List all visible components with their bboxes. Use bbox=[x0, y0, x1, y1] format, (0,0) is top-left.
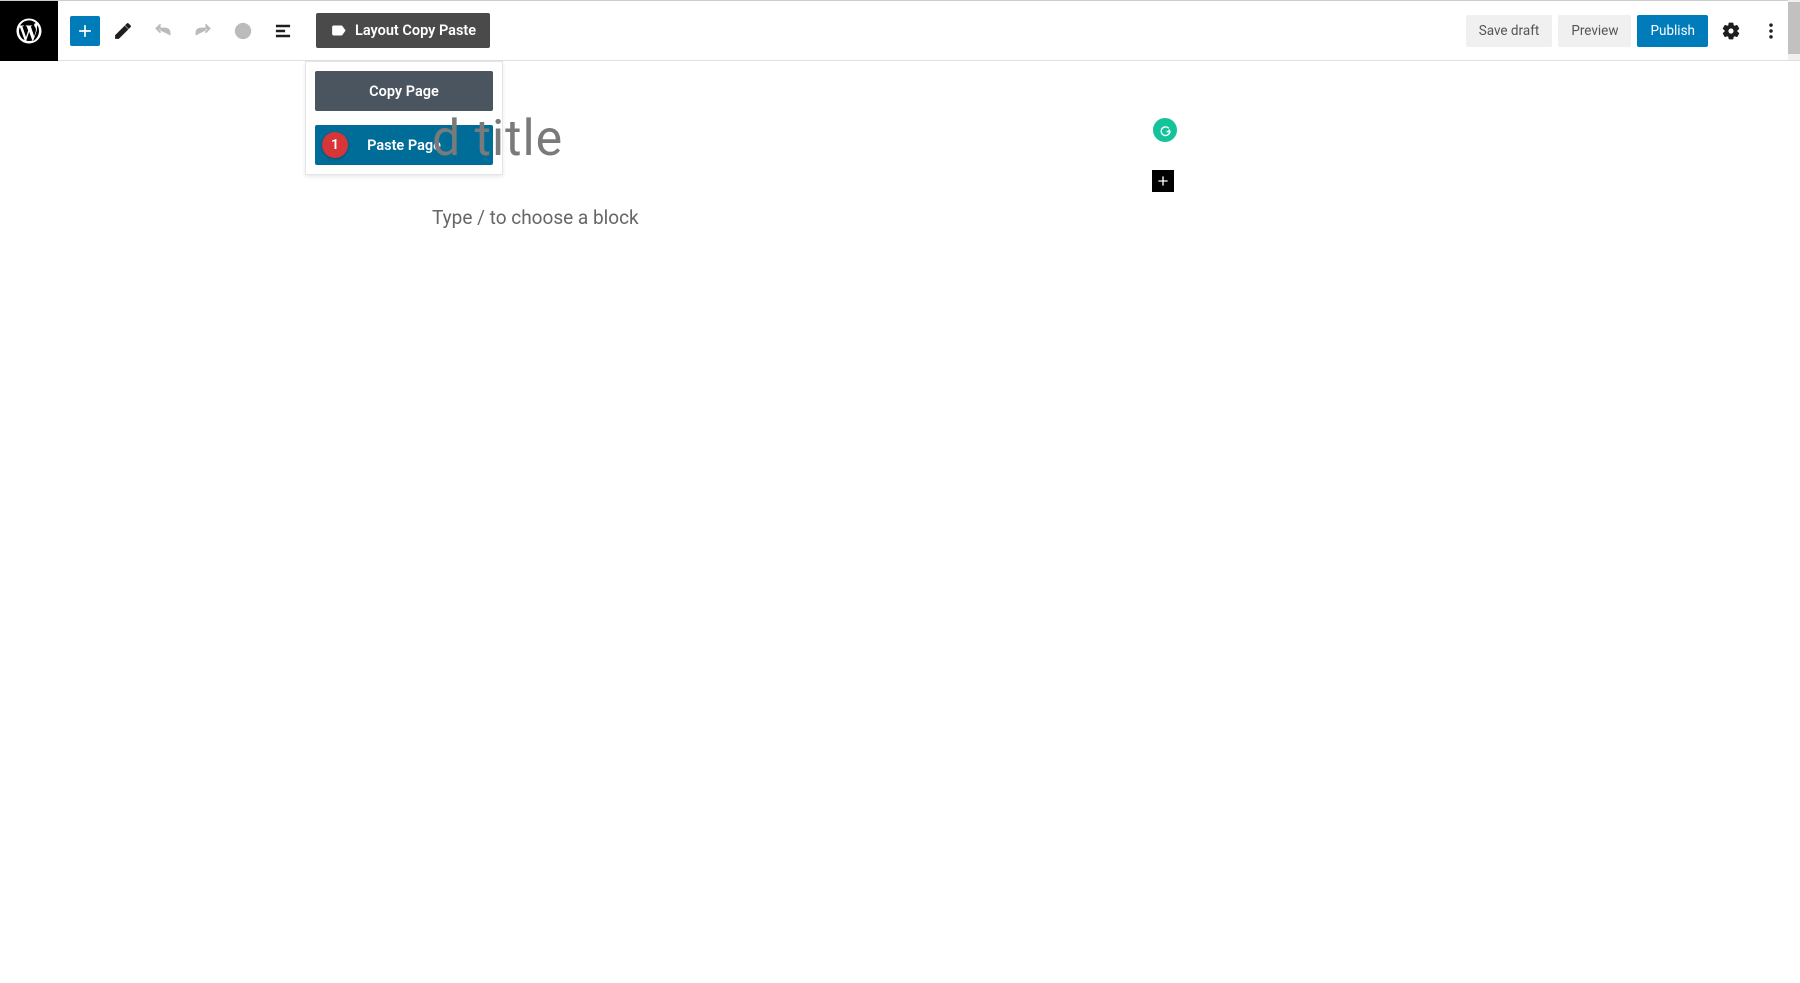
layout-copy-paste-label: Layout Copy Paste bbox=[355, 22, 476, 39]
preview-button[interactable]: Preview bbox=[1558, 15, 1631, 47]
scrollbar-thumb[interactable] bbox=[1788, 2, 1800, 54]
post-body-input[interactable]: Type / to choose a block bbox=[432, 206, 1132, 229]
settings-button[interactable] bbox=[1714, 14, 1748, 48]
paste-page-label: Paste Page bbox=[367, 137, 441, 154]
more-options-button[interactable] bbox=[1754, 14, 1788, 48]
undo-button[interactable] bbox=[146, 14, 180, 48]
copy-page-label: Copy Page bbox=[369, 83, 439, 100]
redo-button[interactable] bbox=[186, 14, 220, 48]
publish-button[interactable]: Publish bbox=[1637, 15, 1708, 47]
wordpress-logo[interactable] bbox=[0, 1, 58, 61]
toolbar-right-group: Save draft Preview Publish bbox=[1466, 14, 1788, 48]
post-title-input[interactable]: d title bbox=[432, 110, 1132, 168]
outline-button[interactable] bbox=[266, 14, 300, 48]
editor-toolbar: Layout Copy Paste Save draft Preview Pub… bbox=[58, 1, 1800, 61]
annotation-badge-1: 1 bbox=[322, 132, 348, 158]
grammarly-icon[interactable] bbox=[1153, 118, 1177, 142]
scrollbar[interactable] bbox=[1788, 0, 1800, 60]
layout-copy-paste-button[interactable]: Layout Copy Paste bbox=[316, 13, 490, 48]
toolbar-left-group: Layout Copy Paste bbox=[70, 13, 1458, 48]
add-block-button[interactable] bbox=[70, 16, 100, 46]
edit-mode-button[interactable] bbox=[106, 14, 140, 48]
inline-add-block-button[interactable] bbox=[1152, 170, 1174, 192]
save-draft-button[interactable]: Save draft bbox=[1466, 15, 1553, 47]
editor-content-area: d title Type / to choose a block bbox=[432, 60, 1132, 229]
info-button[interactable] bbox=[226, 14, 260, 48]
